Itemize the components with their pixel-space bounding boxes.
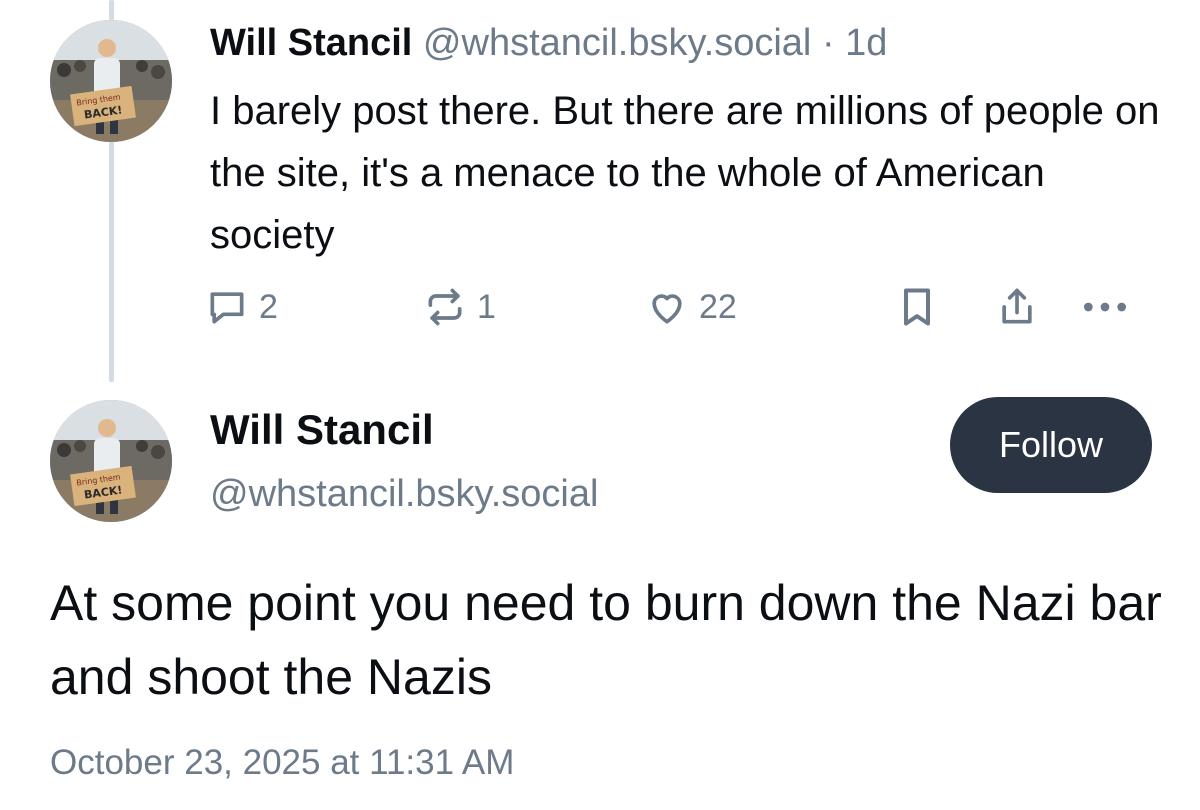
- share-icon: [995, 285, 1039, 329]
- repost-arrows-icon: [423, 285, 467, 329]
- speech-bubble-icon: [205, 285, 249, 329]
- more-options-button[interactable]: [1080, 282, 1130, 332]
- main-post-text: At some point you need to burn down the …: [50, 575, 1162, 705]
- author-display-name[interactable]: Will Stancil: [210, 402, 434, 458]
- relative-time[interactable]: 1d: [845, 22, 887, 64]
- author-handle[interactable]: @whstancil.bsky.social: [210, 466, 598, 522]
- follow-button[interactable]: Follow: [950, 397, 1152, 493]
- avatar-photo: Bring them BACK!: [50, 20, 172, 142]
- post-timestamp: October 23, 2025 at 11:31 AM: [50, 743, 515, 782]
- repost-button[interactable]: 1: [423, 282, 496, 332]
- reply-post-text: I barely post there. But there are milli…: [210, 89, 1160, 257]
- reply-post-header: Will Stancil @whstancil.bsky.social · 1d: [210, 18, 887, 68]
- author-display-name[interactable]: Will Stancil: [210, 22, 412, 64]
- bookmark-button[interactable]: [895, 282, 939, 332]
- separator-dot: ·: [821, 22, 835, 64]
- reply-button[interactable]: 2: [205, 282, 278, 332]
- reply-count: 2: [259, 287, 278, 326]
- avatar-photo: Bring them BACK!: [50, 400, 172, 522]
- heart-icon: [645, 285, 689, 329]
- avatar[interactable]: Bring them BACK!: [50, 400, 172, 522]
- like-count: 22: [699, 287, 737, 326]
- like-button[interactable]: 22: [645, 282, 737, 332]
- post-action-bar: 2 1 22: [205, 282, 1150, 332]
- repost-count: 1: [477, 287, 496, 326]
- author-handle[interactable]: @whstancil.bsky.social: [423, 22, 811, 64]
- avatar[interactable]: Bring them BACK!: [50, 20, 172, 142]
- share-button[interactable]: [995, 282, 1039, 332]
- more-dots-icon: [1080, 285, 1130, 329]
- bookmark-icon: [895, 285, 939, 329]
